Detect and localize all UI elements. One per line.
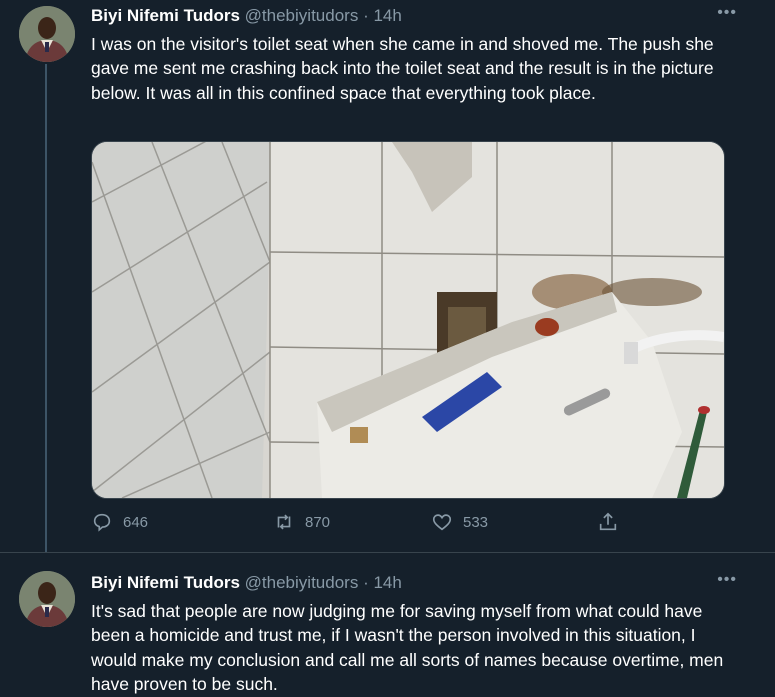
retweet-icon <box>277 514 291 530</box>
more-options-icon[interactable]: ••• <box>717 571 737 589</box>
thread-line <box>45 64 47 552</box>
display-name[interactable]: Biyi Nifemi Tudors <box>91 6 240 25</box>
tweet-header: Biyi Nifemi Tudors @thebiyitudors · 14h <box>91 6 402 26</box>
share-button[interactable] <box>597 511 619 533</box>
reply-button[interactable]: 646 <box>91 511 148 533</box>
separator: · <box>363 573 369 592</box>
more-options-icon[interactable]: ••• <box>717 4 737 22</box>
retweet-count: 870 <box>305 513 331 531</box>
tweet-actions: 646 870 533 <box>91 511 631 539</box>
reply-icon <box>93 513 111 532</box>
tweet-photo[interactable] <box>91 141 725 499</box>
tweet-1[interactable]: Biyi Nifemi Tudors @thebiyitudors · 14h … <box>0 0 775 552</box>
like-count: 533 <box>463 513 489 531</box>
timestamp[interactable]: 14h <box>373 6 401 25</box>
tweet-header: Biyi Nifemi Tudors @thebiyitudors · 14h <box>91 573 402 593</box>
like-button[interactable]: 533 <box>431 511 488 533</box>
reply-count: 646 <box>123 513 149 531</box>
separator: · <box>363 6 369 25</box>
tweet-2[interactable]: Biyi Nifemi Tudors @thebiyitudors · 14h … <box>0 552 775 696</box>
retweet-button[interactable]: 870 <box>273 511 330 533</box>
tweet-text: I was on the visitor's toilet seat when … <box>91 34 714 103</box>
timestamp[interactable]: 14h <box>373 573 401 592</box>
avatar[interactable] <box>19 571 75 627</box>
tweet-text: It's sad that people are now judging me … <box>91 601 724 695</box>
share-icon <box>599 512 617 531</box>
handle[interactable]: @thebiyitudors <box>245 6 359 25</box>
display-name[interactable]: Biyi Nifemi Tudors <box>91 573 240 592</box>
handle[interactable]: @thebiyitudors <box>245 573 359 592</box>
avatar[interactable] <box>19 6 75 62</box>
like-icon <box>432 514 452 531</box>
